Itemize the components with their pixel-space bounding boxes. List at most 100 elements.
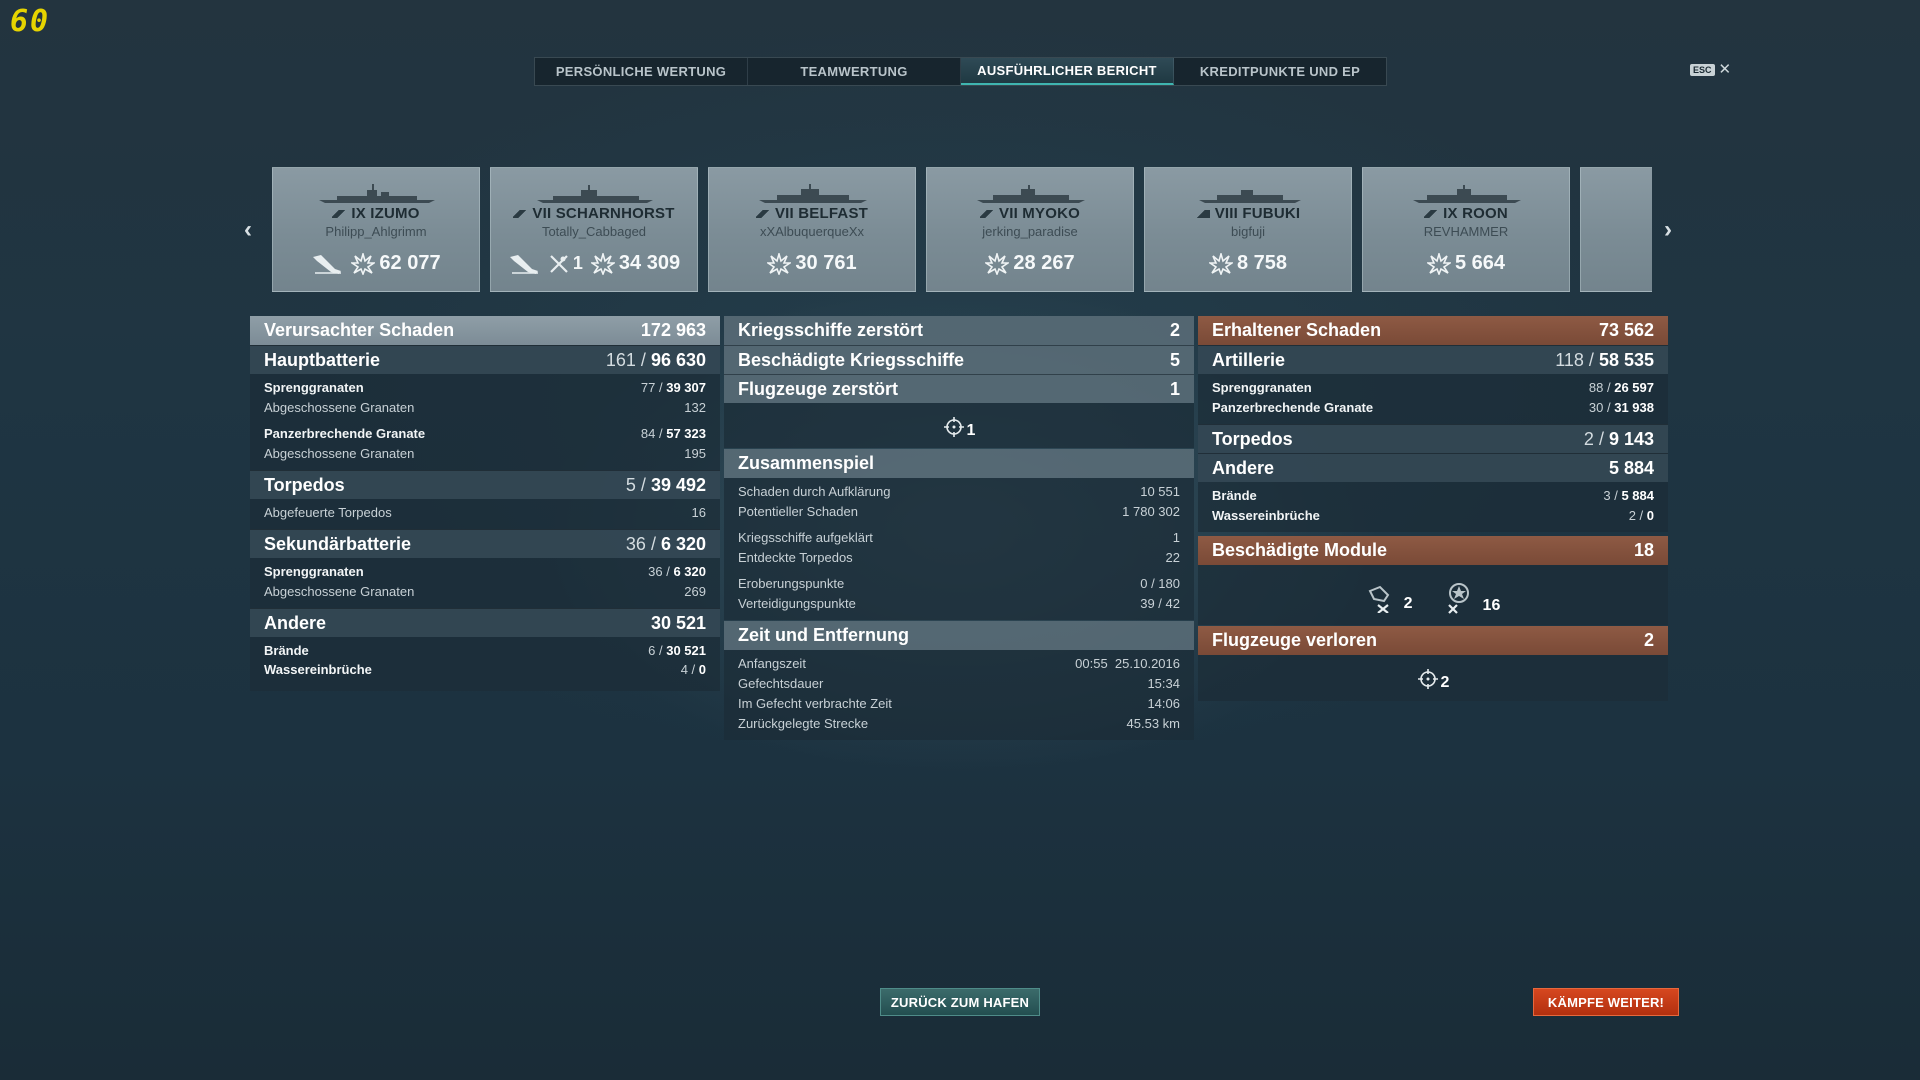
planes-lost-icons: 2 [1198, 655, 1668, 701]
player-name: REVHAMMER [1423, 224, 1509, 239]
teamwork-header: Zusammenspiel [724, 449, 1194, 478]
ship-damage: 34 309 [618, 252, 681, 274]
ships-destroyed-row: Kriegsschiffe zerstört 2 [724, 316, 1194, 345]
crosshair-icon [1417, 668, 1439, 690]
player-name: bigfuji [1231, 224, 1265, 239]
cruiser-class-icon [1424, 210, 1439, 219]
plane-kill-count: 1 [572, 253, 583, 273]
esc-key-label: ESC [1690, 63, 1715, 76]
close-icon: ✕ [1718, 61, 1732, 78]
ships-spotted-row: Kriegsschiffe aufgeklärt 1 [738, 530, 1180, 545]
he-fired-row: Abgeschossene Granaten 132 [264, 400, 706, 415]
other-received-row: Andere 5 884 [1198, 453, 1668, 482]
ship-card[interactable]: VII SCHARNHORST Totally_Cabbaged 1 34 30… [490, 167, 698, 292]
damage-burst-icon [351, 252, 376, 275]
continue-battle-button[interactable]: KÄMPFE WEITER! [1533, 988, 1679, 1016]
damage-burst-icon [1208, 252, 1233, 275]
plane-icon [508, 253, 540, 275]
battleship-silhouette-icon [319, 184, 435, 203]
flooding-row: Wassereinbrüche 4 / 0 [264, 662, 706, 677]
ship-carousel: IX IZUMO Philipp_Ahlgrimm 62 077 VII SCH… [272, 167, 1652, 293]
player-name: jerking_paradise [982, 224, 1078, 239]
he-row: Sprenggranaten 77 / 39 307 [264, 380, 706, 395]
fires-received-row: Brände 3 / 5 884 [1212, 488, 1654, 503]
tab-team-score[interactable]: TEAMWERTUNG [748, 58, 961, 85]
cruiser-silhouette-icon [759, 184, 867, 203]
damage-burst-icon [1426, 252, 1451, 275]
cruiser-class-icon [755, 210, 770, 219]
defense-points-row: Verteidigungspunkte 39 / 42 [738, 596, 1180, 611]
ship-name: VII MYOKO [927, 205, 1133, 222]
player-name: xXAlbuquerqueXx [759, 224, 865, 239]
tab-credits-xp[interactable]: KREDITPUNKTE UND EP [1174, 58, 1386, 85]
ship-name: IX IZUMO [273, 205, 479, 222]
torpedo-row: Torpedos 5 / 39 492 [250, 470, 720, 499]
fires-row: Brände 6 / 30 521 [264, 643, 706, 658]
ship-card[interactable]: VII MYOKO jerking_paradise 28 267 [926, 167, 1134, 292]
planes-destroyed-icons: 1 [724, 403, 1194, 448]
battleship-silhouette-icon [537, 185, 653, 203]
plane-kill-icon: 1 [548, 253, 583, 275]
tab-personal-score[interactable]: PERSÖNLICHE WERTUNG [535, 58, 748, 85]
ship-damage: 30 761 [795, 252, 857, 274]
time-distance-panel: Anfangszeit 00:55 25.10.2016 Gefechtsdaue… [724, 650, 1194, 740]
ship-card[interactable]: IX ROON REVHAMMER 5 664 [1362, 167, 1570, 292]
damage-dealt-header: Verursachter Schaden 172 963 [250, 316, 720, 345]
carousel-prev-button[interactable]: ‹ [244, 216, 252, 244]
ap-received-row: Panzerbrechende Granate 30 / 31 938 [1212, 400, 1654, 415]
ship-card-partial[interactable] [1580, 167, 1652, 292]
battleship-class-icon [332, 210, 347, 219]
torpedoes-fired-row: Abgefeuerte Torpedos 16 [264, 505, 706, 520]
ap-fired-row: Abgeschossene Granaten 195 [264, 446, 706, 461]
ap-row: Panzerbrechende Granate 84 / 57 323 [264, 426, 706, 441]
main-battery-row: Hauptbatterie 161 / 96 630 [250, 345, 720, 374]
damage-received-total: 73 562 [1598, 320, 1654, 340]
destroyer-class-icon [1195, 210, 1210, 219]
ship-card[interactable]: VIII FUBUKI bigfuji 8 758 [1144, 167, 1352, 292]
cruiser-silhouette-icon [1413, 185, 1521, 203]
ship-card[interactable]: VII BELFAST xXAlbuquerqueXx 30 761 [708, 167, 916, 292]
battleship-class-icon [513, 210, 528, 219]
damage-burst-icon [590, 252, 615, 275]
ship-name: VII BELFAST [709, 205, 915, 222]
ship-damage: 28 267 [1013, 252, 1075, 274]
ship-damage: 5 664 [1454, 252, 1506, 274]
flooding-received-row: Wassereinbrüche 2 / 0 [1212, 508, 1654, 523]
spotting-damage-row: Schaden durch Aufklärung 10 551 [738, 484, 1180, 499]
player-name: Totally_Cabbaged [541, 224, 647, 239]
report-tabs: PERSÖNLICHE WERTUNG TEAMWERTUNG AUSFÜHRL… [534, 57, 1387, 86]
start-time-row: Anfangszeit 00:55 25.10.2016 [738, 656, 1180, 671]
damage-burst-icon [985, 252, 1010, 275]
ship-name: VIII FUBUKI [1145, 205, 1351, 222]
potential-damage-row: Potentieller Schaden 1 780 302 [738, 504, 1180, 519]
destroyer-silhouette-icon [1199, 190, 1301, 203]
time-in-battle-row: Im Gefecht verbrachte Zeit 14:06 [738, 696, 1180, 711]
damaged-modules-header: Beschädigte Module 18 [1198, 536, 1668, 565]
damage-received-header: Erhaltener Schaden 73 562 [1198, 316, 1668, 345]
ships-damaged-row: Beschädigte Kriegsschiffe 5 [724, 345, 1194, 374]
close-button[interactable]: ESC ✕ [1690, 62, 1731, 77]
secondary-battery-row: Sekundärbatterie 36 / 6 320 [250, 529, 720, 558]
secondary-he-row: Sprenggranaten 36 / 6 320 [264, 564, 706, 579]
planes-destroyed-row: Flugzeuge zerstört 1 [724, 374, 1194, 403]
damage-received-column: Erhaltener Schaden 73 562 Artillerie 118 … [1198, 316, 1668, 701]
cruiser-class-icon [980, 210, 994, 219]
capture-points-row: Eroberungspunkte 0 / 180 [738, 576, 1180, 591]
aa-gun-icon [1441, 581, 1475, 615]
ship-card[interactable]: IX IZUMO Philipp_Ahlgrimm 62 077 [272, 167, 480, 292]
torpedoes-spotted-row: Entdeckte Torpedos 22 [738, 550, 1180, 565]
cruiser-silhouette-icon [977, 185, 1085, 203]
tab-detailed-report[interactable]: AUSFÜHRLICHER BERICHT [961, 58, 1174, 85]
he-received-row: Sprenggranaten 88 / 26 597 [1212, 380, 1654, 395]
artillery-received-row: Artillerie 118 / 58 535 [1198, 345, 1668, 374]
ship-name: IX ROON [1363, 205, 1569, 222]
player-name: Philipp_Ahlgrimm [325, 224, 427, 239]
carousel-next-button[interactable]: › [1664, 216, 1672, 244]
other-damage-row: Andere 30 521 [250, 608, 720, 637]
fps-counter: 60 [10, 4, 51, 39]
distance-row: Zurückgelegte Strecke 45.53 km [738, 716, 1180, 731]
planes-lost-header: Flugzeuge verloren 2 [1198, 626, 1668, 655]
back-to-harbor-button[interactable]: ZURÜCK ZUM HAFEN [880, 988, 1040, 1016]
gun-turret-icon [1366, 583, 1396, 613]
battle-duration-row: Gefechtsdauer 15:34 [738, 676, 1180, 691]
